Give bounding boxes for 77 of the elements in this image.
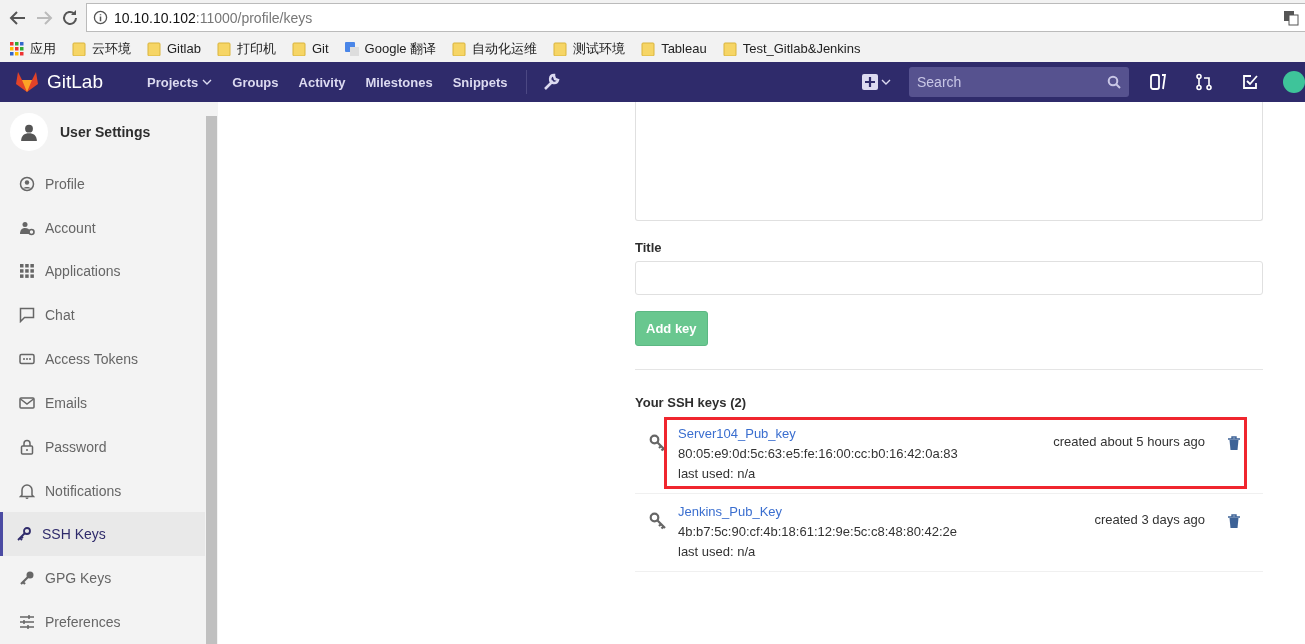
sidebar-item[interactable]: GPG Keys [0,556,205,601]
key-icon [649,512,667,530]
nav-link[interactable]: Snippets [442,74,518,90]
bookmark[interactable]: 应用 [10,39,56,58]
info-icon[interactable] [93,10,108,25]
key-title-link[interactable]: Jenkins_Pub_Key [678,502,957,522]
brand-name[interactable]: GitLab [47,71,103,93]
section-heading: Your SSH keys (2) [635,395,748,410]
folder-icon [452,41,467,56]
bookmark[interactable]: Test_Gitlab&Jenkins [722,41,861,56]
apps-grid-icon [10,41,24,56]
folder-icon [641,41,656,56]
key-last-used: last used: n/a [678,465,757,483]
bookmark[interactable]: Tableau [641,41,707,56]
trash-icon[interactable] [1227,514,1241,528]
sidebar-item-icon [19,219,35,236]
sidebar-item[interactable]: SSH Keys [0,512,205,557]
sidebar-item[interactable]: Password [0,424,205,469]
nav-link[interactable]: Projects [137,74,223,90]
caret-icon [881,77,891,87]
sidebar-item-icon [19,394,35,411]
key-fingerprint: 80:05:e9:0d:5c:63:e5:fe:16:00:cc:b0:16:42:0a:83 [678,445,958,463]
nav-link[interactable]: Activity [288,74,356,90]
sidebar-item[interactable]: Profile [0,161,205,206]
bookmark[interactable]: Git [291,41,329,56]
key-icon [649,434,667,452]
nav-link[interactable]: Milestones [355,74,443,90]
field-label: Title [635,240,663,255]
user-avatar [10,112,48,151]
sidebar-item-icon [16,526,32,543]
wrench-icon[interactable] [542,73,561,91]
user-avatar[interactable] [1283,71,1305,93]
sidebar-item[interactable]: Notifications [0,468,205,513]
bookmark[interactable]: 打印机 [216,39,276,58]
folder-icon [291,41,306,56]
search-field[interactable]: Search [909,67,1129,97]
title-input-field[interactable] [635,261,1263,295]
sidebar-item-icon [19,307,35,324]
folder-icon [147,41,161,56]
sidebar-item[interactable]: Chat [0,293,205,338]
key-last-used: last used: n/a [678,543,757,561]
bookmark[interactable]: 自动化运维 [452,39,538,58]
translate-icon [344,41,359,56]
caret-icon [202,77,213,87]
scrollbar-thumb[interactable] [206,116,217,644]
sidebar-item-icon [19,482,35,499]
bookmark[interactable]: 云环境 [72,39,131,58]
trash-icon[interactable] [1227,436,1241,450]
search-icon [1107,75,1121,89]
sidebar-item-icon [19,570,35,587]
bookmark[interactable]: Gitlab [147,41,201,56]
key-fingerprint: 4b:b7:5c:90:cf:4b:18:61:12:9e:5c:c8:48:80:42:2e [678,523,957,541]
address-bar[interactable]: 10.10.10.102:11000/profile/keys [86,3,1305,32]
folder-icon [72,41,86,56]
bookmark[interactable]: 测试环境 [553,39,626,58]
folder-icon [553,41,568,56]
sidebar-item[interactable]: Preferences [0,600,205,644]
key-created-time: created 3 days ago [1094,512,1205,527]
sidebar-item[interactable]: Access Tokens [0,337,205,381]
sidebar-item[interactable]: Emails [0,381,205,425]
sidebar-item-icon [19,175,35,192]
sidebar-item[interactable]: Account [0,205,205,250]
sidebar-item-icon [19,438,35,455]
translate-icon[interactable] [1283,9,1299,26]
key-created-time: created about 5 hours ago [1053,434,1205,449]
sidebar-title: User Settings [60,123,151,140]
folder-icon [722,41,737,56]
sidebar-item[interactable]: Applications [0,249,205,294]
folder-icon [216,41,231,56]
plus-icon [862,74,878,90]
key-title-link[interactable]: Server104_Pub_key [678,424,958,444]
new-dropdown[interactable] [862,74,891,90]
sidebar-item-icon [19,263,35,280]
nav-link[interactable]: Groups [222,74,289,90]
sidebar-item-icon [19,614,35,631]
fox-logo-icon[interactable] [15,71,39,93]
bookmark[interactable]: Google 翻译 [344,39,437,58]
